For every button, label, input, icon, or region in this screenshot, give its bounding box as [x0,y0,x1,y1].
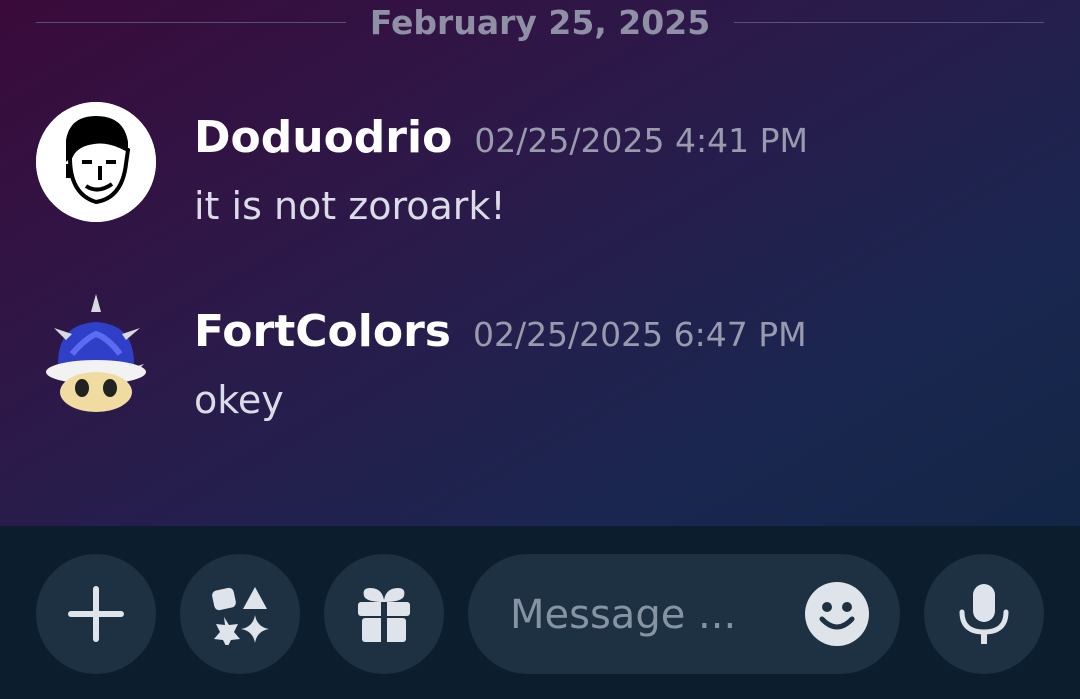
date-divider-label: February 25, 2025 [369,2,711,42]
emoji-icon[interactable] [804,581,870,647]
date-divider: February 25, 2025 [36,0,1044,44]
message-timestamp: 02/25/2025 6:47 PM [472,315,807,354]
message-input-container[interactable] [468,554,900,674]
apps-icon [212,587,269,645]
plus-icon [68,586,124,642]
divider-line-left [36,21,346,23]
message-author[interactable]: FortColors 02/25/2025 6:47 PM [194,306,807,357]
composer-bar [0,526,1080,699]
pixel-face-avatar[interactable] [36,102,156,222]
add-button[interactable] [36,554,156,674]
author-name[interactable]: Doduodrio [194,112,452,163]
apps-button[interactable] [180,554,300,674]
message-input[interactable] [508,584,792,646]
message-author[interactable]: Doduodrio 02/25/2025 4:41 PM [194,112,808,163]
message-text: it is not zoroark! [194,184,506,228]
gift-icon [358,588,410,642]
voice-button[interactable] [924,554,1044,674]
microphone-icon [959,584,1009,644]
blue-spiny-shell-avatar[interactable] [36,294,156,414]
message-timestamp: 02/25/2025 4:41 PM [474,121,808,160]
message-list: February 25, 2025 Doduodrio 02/25/2025 4:… [0,0,1080,526]
author-name[interactable]: FortColors [194,306,451,357]
divider-line-right [734,21,1044,23]
gift-button[interactable] [324,554,444,674]
message-text: okey [194,378,284,422]
